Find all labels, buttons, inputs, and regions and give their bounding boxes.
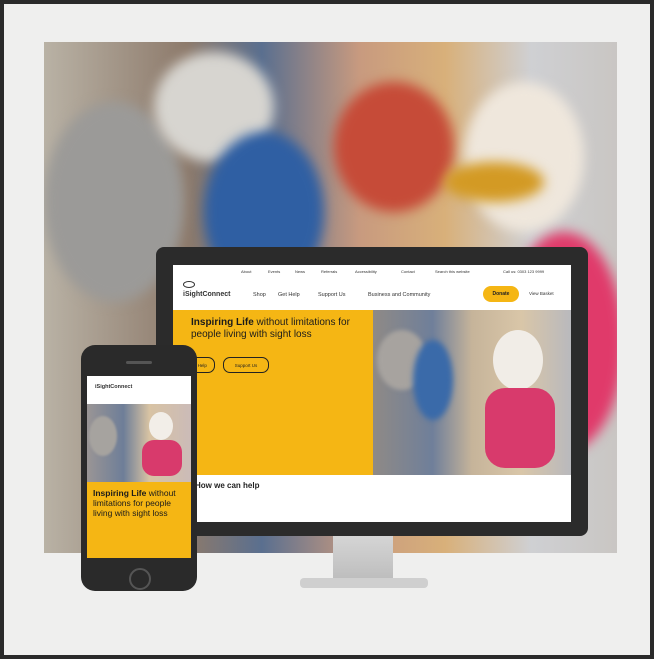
top-link-about[interactable]: About	[241, 269, 251, 274]
donate-button[interactable]: Donate	[483, 286, 519, 302]
mobile-phone: iSightConnect Inspiring Life without lim…	[81, 345, 197, 591]
search-link[interactable]: Search this website	[435, 269, 470, 274]
support-us-button[interactable]: Support Us	[223, 357, 269, 373]
nav-business[interactable]: Business and Community	[368, 292, 430, 298]
hero-screen-photo	[373, 310, 571, 475]
monitor-base	[300, 578, 428, 588]
phone-headline: Inspiring Life without limitations for p…	[93, 488, 189, 518]
section-title: How we can help	[195, 481, 260, 490]
desktop-screen: About Events News Referrals Accessibilit…	[173, 265, 571, 522]
desktop-monitor: About Events News Referrals Accessibilit…	[156, 247, 588, 536]
phone-woman-jacket	[142, 440, 182, 476]
eye-logo-icon	[183, 281, 195, 288]
main-nav: iSightConnect Shop Get Help Support Us B…	[173, 278, 571, 308]
phone-logo[interactable]: iSightConnect	[95, 384, 132, 390]
phone-woman-face	[149, 412, 173, 440]
phone-photo	[87, 404, 191, 482]
top-link-news[interactable]: News	[295, 269, 305, 274]
phone-person-left	[89, 416, 117, 456]
view-basket-link[interactable]: View Basket	[529, 291, 554, 296]
site-logo[interactable]: iSightConnect	[183, 291, 230, 298]
monitor-stand	[333, 536, 393, 580]
person-blue	[413, 340, 453, 420]
top-link-contact[interactable]: Contact	[401, 269, 415, 274]
phone-screen: iSightConnect Inspiring Life without lim…	[87, 376, 191, 558]
woman-pink-jacket	[485, 388, 555, 468]
woman-face	[493, 330, 543, 390]
phone-headline-bold: Inspiring Life	[93, 488, 147, 498]
top-link-accessibility[interactable]: Accessibility	[355, 269, 377, 274]
phone-speaker	[126, 361, 152, 364]
top-link-referrals[interactable]: Referrals	[321, 269, 337, 274]
nav-get-help[interactable]: Get Help	[278, 292, 300, 298]
nav-support-us[interactable]: Support Us	[318, 292, 346, 298]
home-button[interactable]	[129, 568, 151, 590]
nav-shop[interactable]: Shop	[253, 292, 266, 298]
desktop-headline: Inspiring Life without limitations for p…	[191, 317, 371, 341]
headline-bold: Inspiring Life	[191, 317, 254, 328]
call-link[interactable]: Call us: 0303 123 9999	[503, 269, 544, 274]
top-link-events[interactable]: Events	[268, 269, 280, 274]
top-links-bar: About Events News Referrals Accessibilit…	[173, 265, 571, 277]
